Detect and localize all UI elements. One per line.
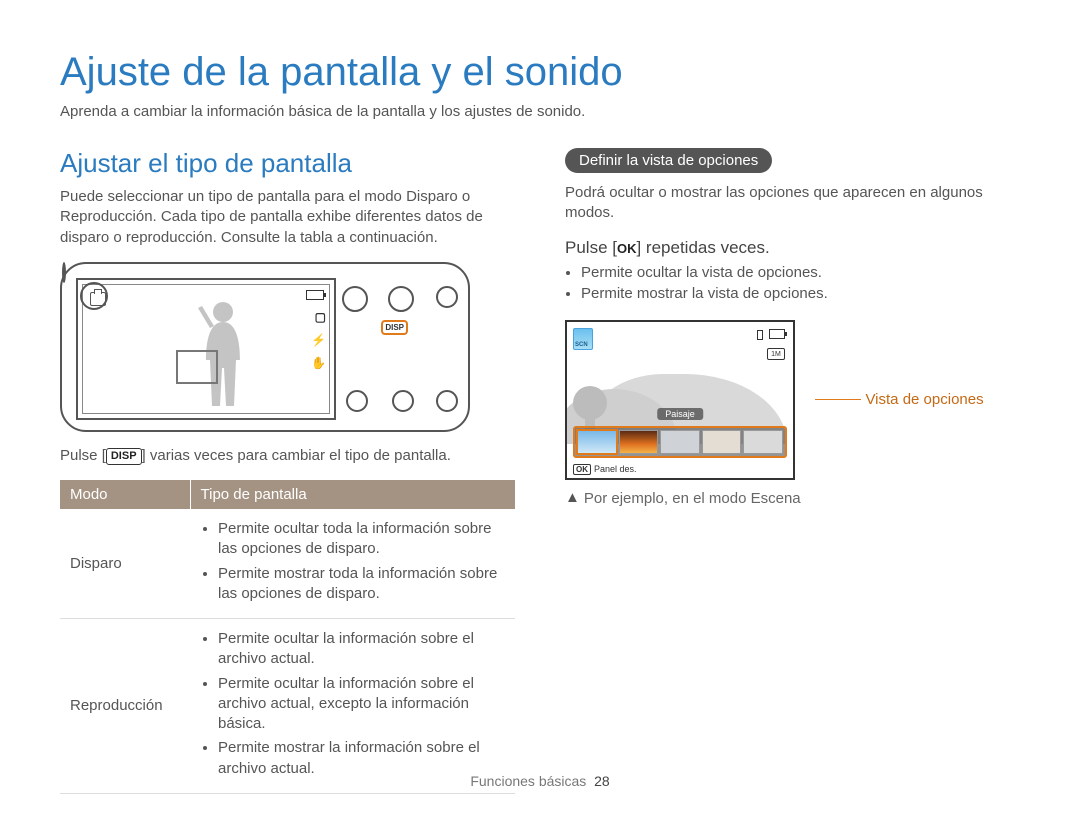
example-note: ▲Por ejemplo, en el modo Escena	[565, 490, 1020, 507]
resolution-icon: ▢	[311, 308, 326, 327]
lcd-with-callout: 1M Paisaje OKPanel des. Vista	[565, 320, 1020, 480]
disp-pre: Pulse [	[60, 447, 106, 464]
mode-cell: Disparo	[60, 509, 190, 619]
type-cell: Permite ocultar toda la información sobr…	[190, 509, 515, 619]
option-thumb-sunset	[619, 430, 659, 454]
option-thumb	[702, 430, 742, 454]
table-row: Reproducción Permite ocultar la informac…	[60, 619, 515, 794]
pill-heading: Definir la vista de opciones	[565, 148, 772, 173]
left-column: Ajustar el tipo de pantalla Puede selecc…	[60, 148, 515, 794]
callout-line	[815, 399, 861, 400]
camera-dpad	[62, 262, 66, 283]
left-heading: Ajustar el tipo de pantalla	[60, 148, 515, 179]
footer-page: 28	[594, 773, 610, 789]
camera-illustration: ▢ ⚡ ✋ DISP	[60, 262, 515, 432]
list-item: Permite ocultar la información sobre el …	[218, 674, 505, 735]
right-column: Definir la vista de opciones Podrá ocult…	[565, 148, 1020, 794]
pulse-post: ] repetidas veces.	[636, 238, 769, 257]
camera-button-top-left	[342, 286, 368, 312]
disp-badge: DISP	[106, 448, 142, 465]
intro-text: Aprenda a cambiar la información básica …	[60, 103, 1020, 120]
list-item: Permite mostrar toda la información sobr…	[218, 564, 505, 605]
callout: Vista de opciones	[815, 391, 984, 409]
right-para: Podrá ocultar o mostrar las opciones que…	[565, 183, 1020, 224]
scene-label: Paisaje	[657, 408, 703, 420]
table-row: Disparo Permite ocultar toda la informac…	[60, 509, 515, 619]
camera-screen: ▢ ⚡ ✋	[76, 278, 336, 420]
options-strip	[573, 426, 787, 458]
camera-button-bottom-right	[436, 390, 458, 412]
panel-text: Panel des.	[594, 464, 637, 474]
list-item: Permite ocultar toda la información sobr…	[218, 519, 505, 560]
option-thumb-landscape	[577, 430, 617, 454]
camera-button-top-mid	[388, 286, 414, 312]
th-type: Tipo de pantalla	[190, 480, 515, 509]
disp-post: ] varias veces para cambiar el tipo de p…	[142, 447, 451, 464]
battery-icon	[769, 329, 785, 339]
focus-box	[176, 350, 218, 384]
flash-icon: ⚡	[311, 331, 326, 350]
callout-label: Vista de opciones	[865, 391, 983, 408]
panel-line: OKPanel des.	[573, 464, 637, 474]
ok-badge: OK	[617, 241, 637, 256]
stabilize-icon: ✋	[311, 354, 326, 373]
list-item: Permite ocultar la información sobre el …	[218, 629, 505, 670]
option-thumb	[743, 430, 783, 454]
lcd-scene: 1M Paisaje OKPanel des.	[565, 320, 795, 480]
columns: Ajustar el tipo de pantalla Puede selecc…	[60, 148, 1020, 794]
example-text: Por ejemplo, en el modo Escena	[584, 490, 801, 507]
screen-side-icons: ▢ ⚡ ✋	[311, 308, 326, 378]
camera-body: ▢ ⚡ ✋ DISP	[60, 262, 470, 432]
list-item: Permite mostrar la vista de opciones.	[581, 285, 1020, 302]
list-item: Permite ocultar la vista de opciones.	[581, 264, 1020, 281]
disp-highlight-badge: DISP	[381, 320, 408, 335]
resolution-badge: 1M	[767, 348, 785, 360]
pulse-pre: Pulse [	[565, 238, 617, 257]
pulse-instruction: Pulse [OK] repetidas veces.	[565, 238, 1020, 258]
page-title: Ajuste de la pantalla y el sonido	[60, 50, 1020, 95]
ok-small-badge: OK	[573, 464, 591, 475]
option-thumb	[660, 430, 700, 454]
footer-section: Funciones básicas	[470, 773, 586, 789]
page: Ajuste de la pantalla y el sonido Aprend…	[0, 0, 1080, 815]
camera-button-bottom-mid	[392, 390, 414, 412]
camera-button-bottom-left	[346, 390, 368, 412]
left-para: Puede seleccionar un tipo de pantalla pa…	[60, 187, 515, 248]
th-mode: Modo	[60, 480, 190, 509]
disp-instruction: Pulse [DISP] varias veces para cambiar e…	[60, 446, 515, 466]
camera-button-top-right	[436, 286, 458, 308]
type-cell: Permite ocultar la información sobre el …	[190, 619, 515, 794]
right-bullets: Permite ocultar la vista de opciones. Pe…	[565, 264, 1020, 302]
modes-table: Modo Tipo de pantalla Disparo Permite oc…	[60, 480, 515, 794]
battery-icon	[306, 290, 324, 300]
footer: Funciones básicas 28	[0, 773, 1080, 789]
triangle-icon: ▲	[565, 489, 580, 506]
mode-cell: Reproducción	[60, 619, 190, 794]
scene-mode-icon	[573, 328, 593, 350]
signal-icon	[757, 330, 763, 340]
